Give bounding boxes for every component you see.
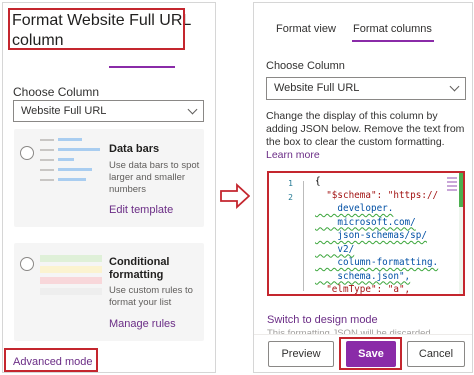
conditional-formatting-card[interactable]: Conditional formatting Use custom rules … [14, 243, 204, 341]
save-highlight-box [339, 337, 402, 370]
arrow-right-icon [220, 183, 250, 209]
title-highlight-box [8, 8, 185, 50]
chevron-down-icon [187, 104, 198, 115]
conditional-formatting-title: Conditional formatting [109, 256, 170, 281]
code-minimap [447, 177, 457, 197]
indent-guide [303, 181, 308, 291]
tab-format-columns[interactable]: Format columns [353, 23, 432, 35]
data-bars-radio[interactable] [20, 146, 34, 160]
conditional-formatting-radio[interactable] [20, 257, 34, 271]
scrollbar-thumb[interactable] [459, 173, 463, 207]
cancel-button[interactable]: Cancel [407, 341, 465, 367]
conditional-formatting-desc: Use custom rules to format your list [109, 285, 193, 308]
line-number: 2 [288, 193, 293, 202]
tab-format-view[interactable]: Format view [276, 23, 336, 35]
preview-button[interactable]: Preview [268, 341, 334, 367]
data-bars-thumbnail [36, 133, 104, 195]
line-number: 1 [288, 179, 293, 188]
code-line: "$schema": "https:// [315, 189, 439, 201]
edit-template-link[interactable]: Edit template [109, 204, 173, 216]
column-dropdown-value: Website Full URL [274, 82, 360, 94]
active-tab-indicator [352, 40, 434, 42]
code-line: developer. [315, 203, 394, 214]
description-text: Change the display of this column by add… [266, 110, 465, 148]
code-line: schema.json", [315, 270, 411, 282]
code-line: column-formatting. [315, 257, 439, 268]
column-dropdown-value: Website Full URL [21, 105, 107, 117]
json-editor-panel: Format view Format columns Choose Column… [253, 2, 473, 373]
learn-more-link[interactable]: Learn more [266, 149, 320, 161]
manage-rules-link[interactable]: Manage rules [109, 318, 176, 330]
code-line: { [315, 176, 321, 187]
code-content: { "$schema": "https:// developer. micros… [315, 175, 439, 295]
chevron-down-icon [449, 81, 460, 92]
json-description: Change the display of this column by add… [266, 110, 466, 162]
column-dropdown[interactable]: Website Full URL [13, 100, 204, 122]
choose-column-label: Choose Column [13, 85, 100, 99]
code-line: microsoft.com/ [315, 216, 416, 228]
data-bars-card[interactable]: Data bars Use data bars to spot larger a… [14, 129, 204, 227]
conditional-formatting-thumbnail [36, 249, 104, 311]
tab-indicator [109, 66, 175, 68]
editor-scrollbar[interactable] [459, 173, 463, 294]
format-column-panel: Format Website Full URL column Choose Co… [2, 2, 216, 373]
data-bars-desc: Use data bars to spot larger and smaller… [109, 160, 200, 195]
column-dropdown[interactable]: Website Full URL [266, 77, 466, 100]
json-code-editor[interactable]: 1 2 { "$schema": "https:// developer. mi… [267, 171, 465, 296]
code-line: "elmType": "a", [315, 284, 411, 295]
code-line: v2/ [315, 243, 355, 255]
data-bars-title: Data bars [109, 143, 160, 155]
advanced-mode-highlight-box [4, 348, 98, 372]
switch-to-design-mode-link[interactable]: Switch to design mode [267, 314, 378, 326]
choose-column-label: Choose Column [266, 60, 345, 72]
code-line: json-schemas/sp/ [315, 230, 427, 241]
